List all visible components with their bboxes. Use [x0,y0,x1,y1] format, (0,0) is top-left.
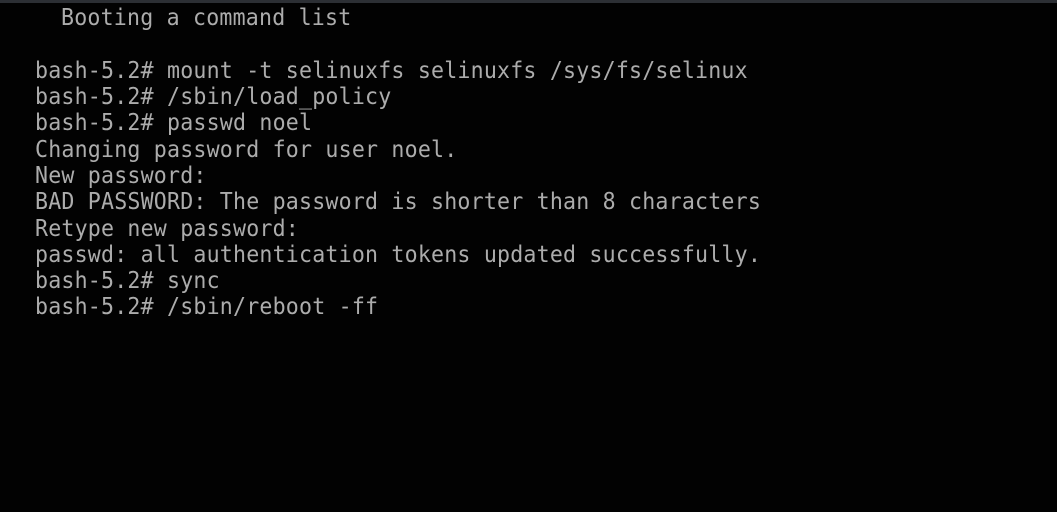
boot-header: Booting a command list [61,5,352,32]
text-console[interactable]: Booting a command list bash-5.2# mount -… [0,3,1057,512]
console-line-load-policy: bash-5.2# /sbin/load_policy [35,84,392,111]
console-line-changing-password: Changing password for user noel. [35,137,458,164]
console-line-sync: bash-5.2# sync [35,268,220,295]
console-line-passwd-success: passwd: all authentication tokens update… [35,242,762,269]
console-line-mount-selinuxfs: bash-5.2# mount -t selinuxfs selinuxfs /… [35,58,748,85]
console-line-passwd: bash-5.2# passwd noel [35,110,313,137]
console-line-retype-password-prompt: Retype new password: [35,216,300,243]
console-line-reboot: bash-5.2# /sbin/reboot -ff [35,294,379,321]
console-line-new-password-prompt: New password: [35,163,207,190]
console-line-bad-password-warning: BAD PASSWORD: The password is shorter th… [35,189,762,216]
